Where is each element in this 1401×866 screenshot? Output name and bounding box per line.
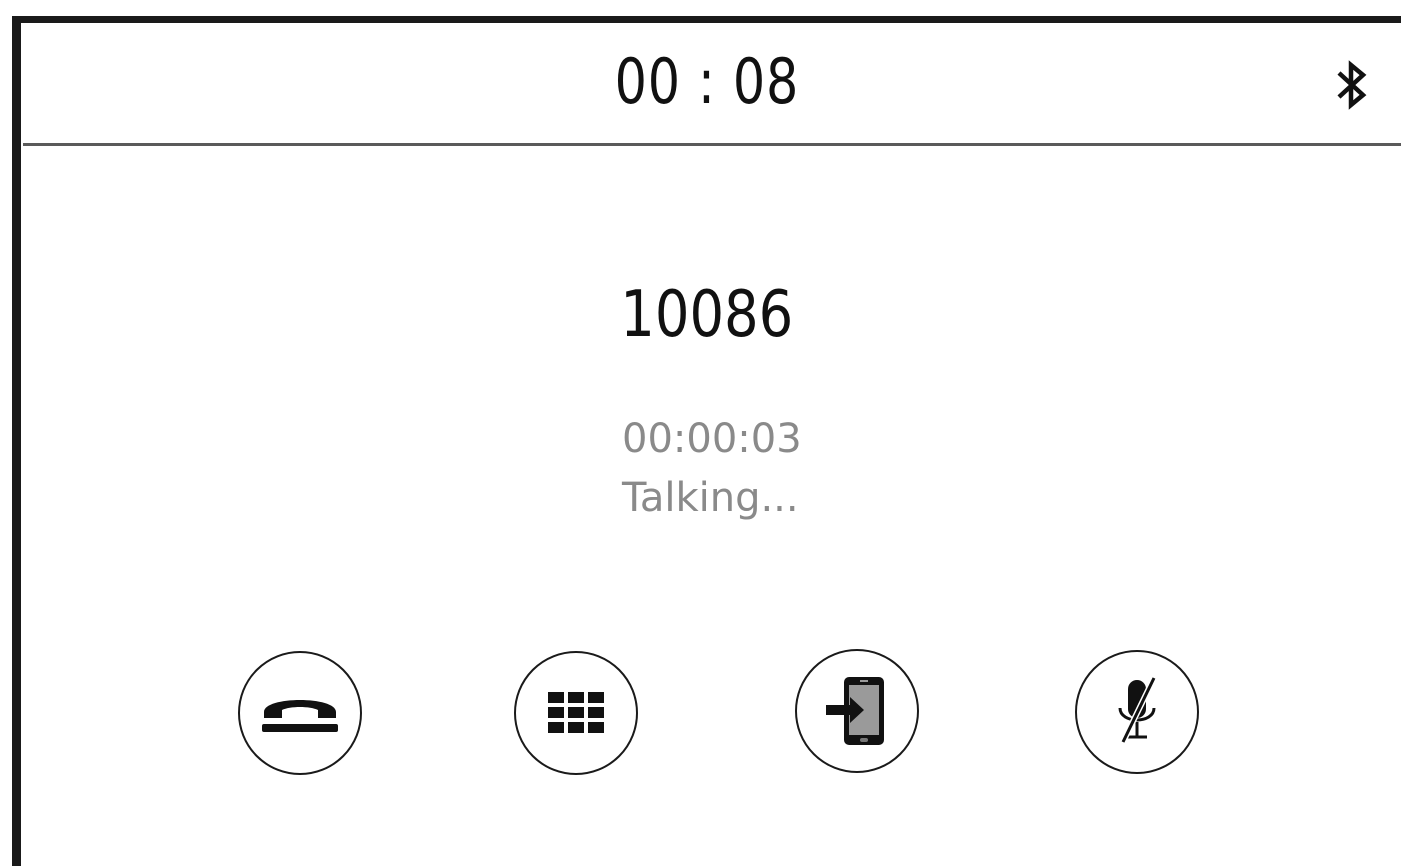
call-screen: 00 : 08 10086 00:00:03 Talking... bbox=[12, 16, 1401, 866]
hang-up-button[interactable] bbox=[238, 651, 362, 775]
call-duration: 00:00:03 bbox=[622, 416, 802, 462]
call-status: Talking... bbox=[622, 475, 799, 521]
transfer-to-phone-button[interactable] bbox=[795, 649, 919, 773]
mute-microphone-button[interactable] bbox=[1075, 650, 1199, 774]
status-clock: 00 : 08 bbox=[614, 45, 800, 118]
phone-transfer-icon bbox=[822, 671, 892, 751]
keypad-button[interactable] bbox=[514, 651, 638, 775]
status-divider bbox=[23, 143, 1401, 146]
mic-off-icon bbox=[1107, 672, 1167, 752]
caller-number: 10086 bbox=[620, 278, 794, 352]
phone-hangup-icon bbox=[258, 688, 342, 738]
status-bar: 00 : 08 bbox=[21, 23, 1401, 143]
dialpad-icon bbox=[548, 692, 604, 734]
bluetooth-icon bbox=[1331, 59, 1371, 111]
